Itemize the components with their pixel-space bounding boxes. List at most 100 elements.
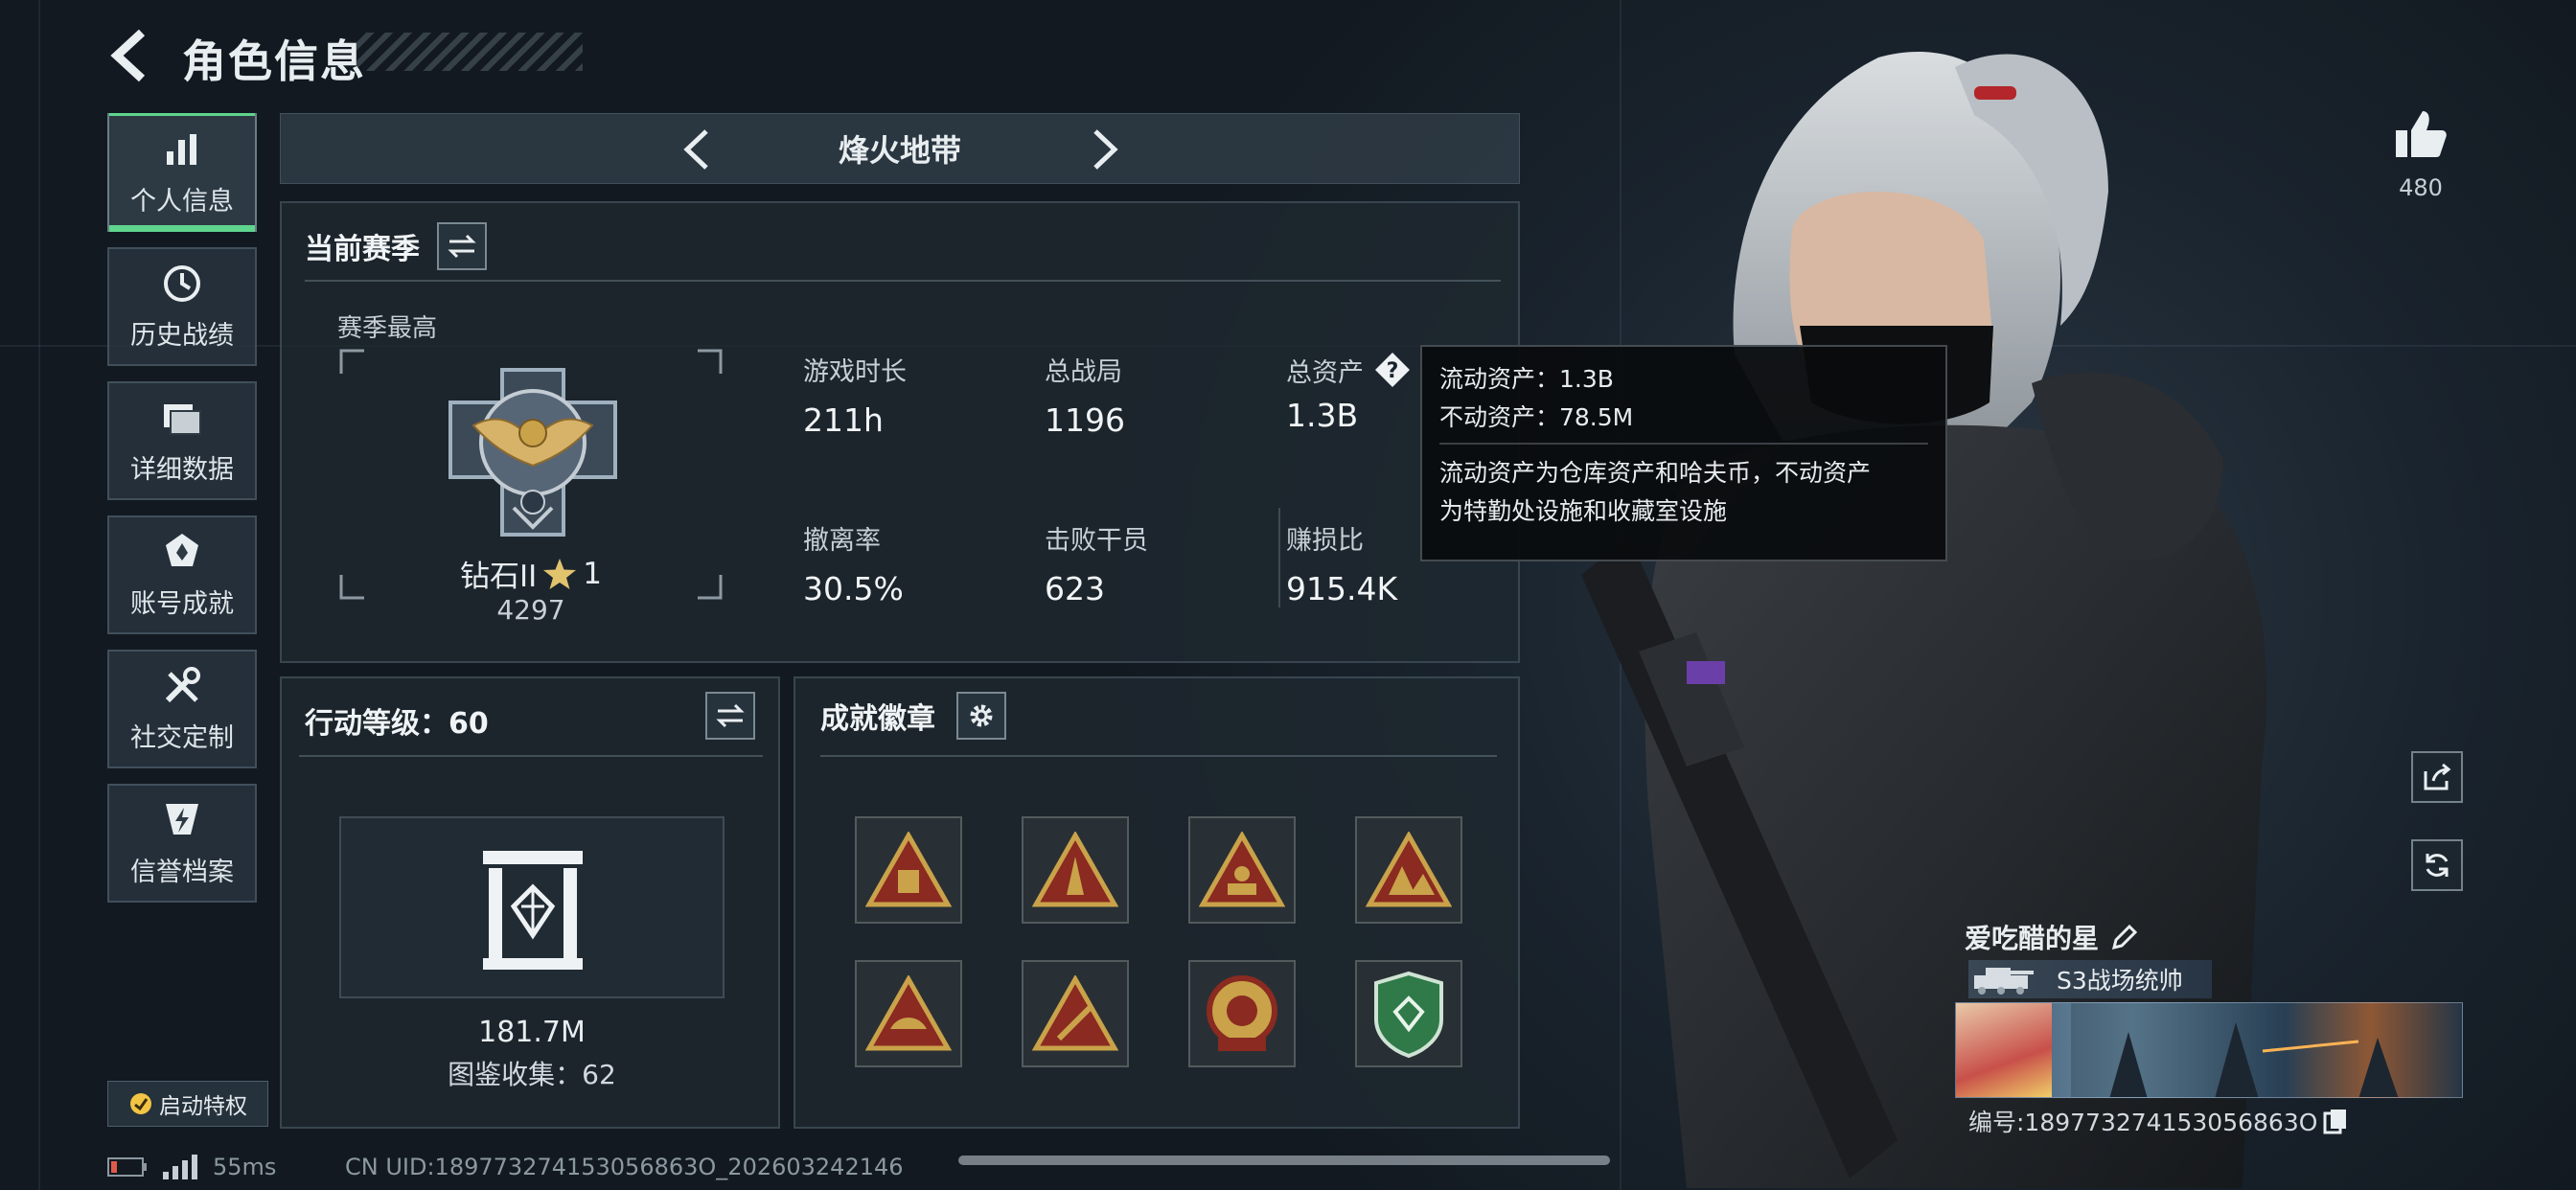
shield-bolt-icon [161,799,203,841]
triangle-badge-icon [865,975,952,1051]
tooltip-fixed-assets: 不动资产：78.5M [1439,403,1634,431]
next-mode-arrow-icon[interactable] [1082,127,1126,172]
tooltip-divider [1439,443,1928,445]
achievement-badge[interactable] [1022,960,1129,1067]
player-banner[interactable] [1955,1002,2463,1098]
achievements-header: 成就徽章 [820,692,1006,740]
player-name: 爱吃醋的星 [1965,923,2100,954]
achievement-badge[interactable] [1355,816,1462,924]
ping-value: 55ms [213,1154,277,1180]
sidebar-item-reputation[interactable]: 信誉档案 [107,784,257,903]
season-panel: 当前赛季 赛季最高 钻石II 1 4297 游戏时长 211h 总战局 1196… [280,201,1520,663]
mode-selector: 烽火地带 [280,113,1520,184]
rank-name: 钻石II [459,560,538,594]
sidebar-item-personal-info[interactable]: 个人信息 [107,113,257,232]
achievement-badge[interactable] [1022,816,1129,924]
sidebar-item-label: 历史战绩 [130,320,234,351]
season-header: 当前赛季 [305,222,487,270]
collection-case-icon [483,851,583,970]
sidebar-item-label: 详细数据 [130,454,234,485]
stat-label: 总战局 [1045,357,1122,387]
tools-icon [161,665,203,707]
tooltip-description-line2: 为特勤处设施和收藏室设施 [1439,497,1728,525]
launch-privilege-button[interactable]: 启动特权 [107,1081,268,1127]
triangle-badge-icon [1032,975,1118,1051]
scroll-indicator[interactable] [958,1156,1610,1165]
stat-label: 赚损比 [1286,526,1364,556]
achievement-badge[interactable] [855,960,962,1067]
stat-value: 623 [1045,570,1105,607]
action-level-title: 行动等级：60 [305,707,489,741]
round-badge-icon [1207,975,1277,1051]
triangle-badge-icon [865,832,952,907]
refresh-button[interactable] [2411,839,2463,891]
season-best-label: 赛季最高 [337,314,438,343]
stat-value: 1.3B [1286,397,1359,434]
swap-icon [448,234,476,259]
sidebar-item-history[interactable]: 历史战绩 [107,247,257,366]
prev-mode-arrow-icon[interactable] [676,127,720,172]
tooltip-liquid-assets: 流动资产：1.3B [1439,365,1614,393]
season-title: 当前赛季 [305,233,420,266]
sidebar-item-details[interactable]: 详细数据 [107,381,257,500]
achievement-badge[interactable] [1355,960,1462,1067]
page-title: 角色信息 [182,35,366,87]
assets-tooltip: 流动资产：1.3B 不动资产：78.5M 流动资产为仓库资产和哈夫币，不动资产 … [1420,345,1947,561]
total-assets-label-row: 总资产 ? [1286,351,1412,389]
stat-label: 撤离率 [803,526,881,556]
signal-icon [163,1155,197,1179]
triangle-badge-icon [1199,832,1285,907]
achievement-badge[interactable] [1188,816,1296,924]
stat-total-matches: 总战局 1196 [1045,351,1125,439]
swap-icon [716,703,745,728]
stat-label: 总资产 [1286,357,1364,388]
stat-value: 211h [803,401,884,439]
uid-text: CN UID:189773274153056863O_202603242146 [345,1154,904,1180]
triangle-badge-icon [1032,832,1118,907]
action-level-switch-button[interactable] [705,692,755,740]
sidebar-item-label: 社交定制 [130,722,234,753]
stat-operators-defeated: 击败干员 623 [1045,519,1148,607]
shield-badge-icon [1374,971,1443,1058]
stat-profit-loss-ratio: 赚损比 915.4K [1286,519,1397,607]
stat-value: 30.5% [803,570,904,607]
likes-count: 480 [2399,174,2443,201]
gear-icon [970,704,993,727]
share-button[interactable] [2411,751,2463,803]
back-arrow-icon[interactable] [104,27,161,84]
sidebar-item-achievements[interactable]: 账号成就 [107,515,257,634]
collection-count: 图鉴收集：62 [448,1059,616,1090]
thumbs-up-icon[interactable] [2392,105,2450,163]
rank-title-tag: S3战场统帅 [1968,960,2212,998]
achievements-title: 成就徽章 [820,702,935,736]
rank-points: 4297 [496,594,565,626]
help-icon[interactable]: ? [1373,351,1412,389]
copy-icon[interactable] [2323,1108,2348,1134]
stat-play-time: 游戏时长 211h [803,351,907,439]
sidebar-item-label: 信誉档案 [130,857,234,887]
sidebar-item-social[interactable]: 社交定制 [107,650,257,768]
edit-icon[interactable] [2110,923,2139,951]
deco-line [38,0,40,1190]
battery-icon [107,1157,147,1177]
collection-value: 181.7M [478,1016,586,1049]
rank-emblem-icon [448,368,617,537]
player-id-row: 编号:189773274153056863O [1968,1104,2348,1138]
rank-line: 钻石II 1 [339,552,723,595]
divider [1278,508,1280,607]
banner-art [2071,1003,2462,1097]
divider [305,280,1501,282]
stat-value: 915.4K [1286,570,1398,607]
stat-total-assets: 总资产 ? 1.3B [1286,351,1412,434]
stat-label: 游戏时长 [803,357,907,387]
achievement-badge[interactable] [855,816,962,924]
status-bar: 55ms [107,1154,276,1180]
season-switch-button[interactable] [437,222,487,270]
achievements-settings-button[interactable] [956,692,1006,740]
player-name-row: 爱吃醋的星 [1965,918,2139,956]
banner-avatar [1956,1003,2052,1097]
achievement-badge[interactable] [1188,960,1296,1067]
stat-value: 1196 [1045,401,1125,439]
bar-chart-icon [161,128,203,171]
folder-icon [161,397,203,439]
